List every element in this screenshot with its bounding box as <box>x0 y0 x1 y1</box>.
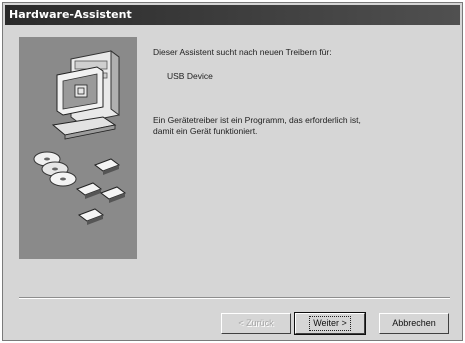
title-bar[interactable]: Hardware-Assistent <box>5 5 460 25</box>
floppy-disks-icon <box>75 158 127 225</box>
cancel-button-label: Abbrechen <box>392 318 436 328</box>
back-button[interactable]: < Zurück <box>221 313 291 334</box>
next-button[interactable]: Weiter > <box>294 312 366 335</box>
description-line-2: damit ein Gerät funktioniert. <box>153 126 258 136</box>
intro-text: Dieser Assistent sucht nach neuen Treibe… <box>153 47 332 57</box>
hardware-wizard-window: Hardware-Assistent Dieser Assistent such… <box>2 2 463 341</box>
cancel-button[interactable]: Abbrechen <box>379 313 449 334</box>
device-name: USB Device <box>167 71 213 81</box>
wizard-illustration-panel <box>19 37 137 259</box>
computer-icon <box>51 50 120 140</box>
cd-discs-icon <box>33 151 77 187</box>
back-button-label: < Zurück <box>238 318 274 328</box>
description-line-1: Ein Gerätetreiber ist ein Programm, das … <box>153 115 361 125</box>
separator-highlight <box>19 298 450 299</box>
next-button-label: Weiter > <box>309 316 351 331</box>
window-title: Hardware-Assistent <box>9 8 132 21</box>
wizard-illustration <box>33 50 127 225</box>
